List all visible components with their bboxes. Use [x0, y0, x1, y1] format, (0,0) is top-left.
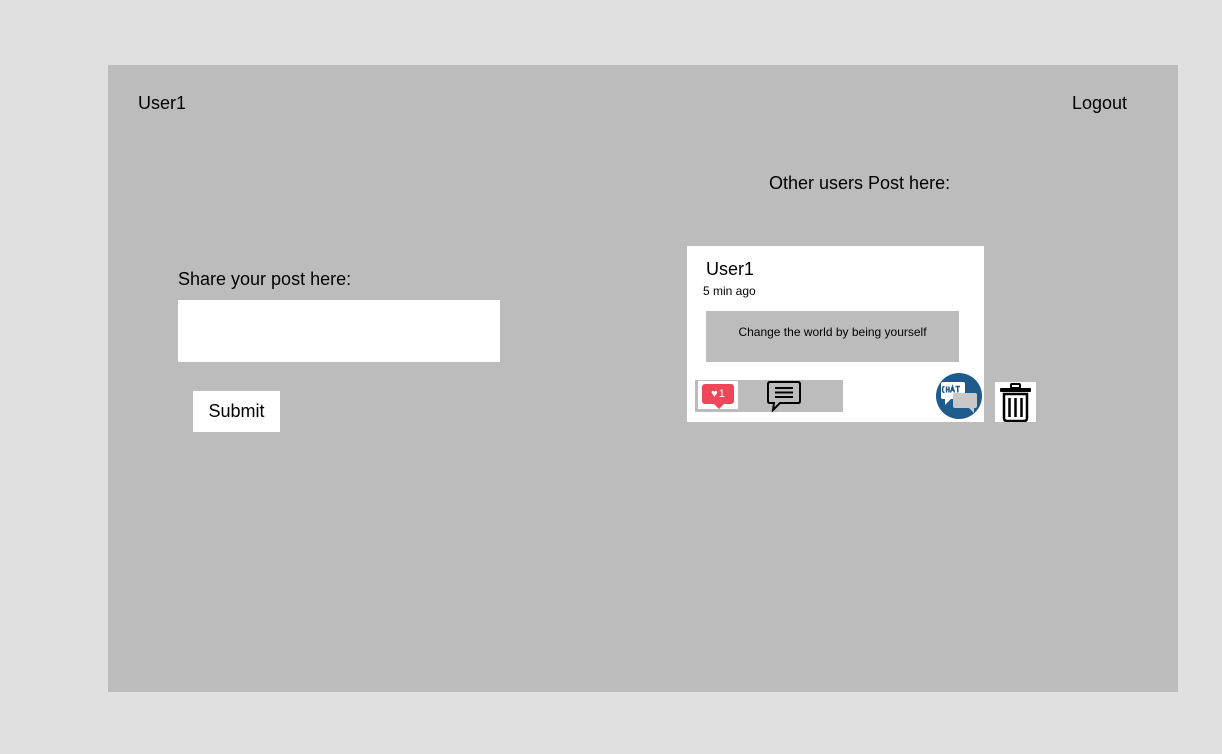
feed-heading: Other users Post here: — [769, 173, 951, 193]
comment-icon — [767, 381, 801, 413]
chat-button[interactable] — [936, 373, 982, 419]
post-card: User1 5 min ago Change the world by bein… — [687, 246, 984, 422]
trash-icon — [1000, 383, 1031, 423]
current-username: User1 — [138, 93, 187, 113]
like-count: 1 — [718, 388, 725, 400]
like-badge: ♥ 1 — [702, 384, 734, 409]
logout-link[interactable]: Logout — [1072, 93, 1127, 114]
submit-button[interactable]: Submit — [193, 391, 280, 432]
heart-icon: ♥ — [711, 388, 718, 400]
post-author: User1 — [706, 259, 755, 279]
comment-button[interactable] — [767, 380, 801, 413]
post-input[interactable] — [178, 300, 500, 362]
share-post-label: Share your post here: — [178, 269, 352, 289]
app-frame: User1 Logout Share your post here: Submi… — [108, 65, 1178, 692]
chat-icon — [936, 373, 982, 419]
like-button[interactable]: ♥ 1 — [698, 381, 738, 409]
delete-button[interactable] — [995, 382, 1036, 423]
post-timestamp: 5 min ago — [703, 284, 756, 298]
post-action-bar: ♥ 1 — [695, 380, 843, 413]
post-content: Change the world by being yourself — [706, 311, 959, 362]
